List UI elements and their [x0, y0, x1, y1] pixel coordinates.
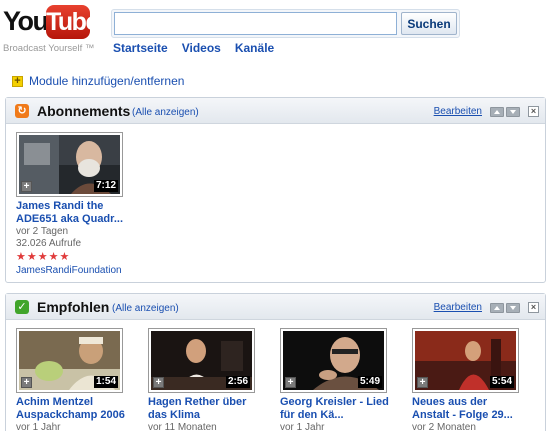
video-age: vor 11 Monaten [148, 422, 217, 431]
search-button[interactable]: Suchen [401, 12, 457, 35]
video-title-line2: das Klima [148, 409, 200, 421]
video-tile[interactable]: + 1:54 Achim Mentzel Auspackchamp 2006 v… [16, 328, 136, 431]
video-tile[interactable]: + 2:56 Hagen Rether über das Klima vor 1… [148, 328, 268, 431]
video-title-line2: Anstalt - Folge 29... [412, 409, 513, 421]
video-title-line1: Neues aus der [412, 396, 488, 408]
video-title[interactable]: James Randi the ADE651 aka Quadr... [16, 200, 136, 226]
video-title[interactable]: Achim Mentzel Auspackchamp 2006 [16, 396, 136, 422]
nav-kanaele[interactable]: Kanäle [235, 41, 274, 55]
move-up-icon[interactable] [490, 303, 504, 313]
video-title-line1: James Randi the [16, 200, 104, 212]
video-age: vor 1 Jahr [280, 422, 325, 431]
module-title: Empfohlen [37, 299, 110, 315]
star-icon: ★ [48, 251, 59, 263]
logo-you-text: You [3, 6, 49, 36]
quicklist-add-icon[interactable]: + [417, 377, 428, 388]
youtube-logo[interactable]: You Tube Broadcast Yourself ™ [3, 4, 103, 56]
module-header: ✓ Empfohlen (Alle anzeigen) Bearbeiten × [6, 294, 545, 320]
module-title: Abonnements [37, 103, 131, 119]
quicklist-add-icon[interactable]: + [285, 377, 296, 388]
show-all-link[interactable]: (Alle anzeigen) [112, 303, 179, 314]
quicklist-add-icon[interactable]: + [21, 181, 32, 192]
video-title-line2: Auspackchamp 2006 [16, 409, 125, 421]
close-icon[interactable]: × [528, 302, 539, 313]
video-title-line1: Hagen Rether über [148, 396, 247, 408]
nav-startseite[interactable]: Startseite [113, 41, 168, 55]
video-tile[interactable]: + 5:49 Georg Kreisler - Lied für den Kä.… [280, 328, 400, 431]
video-duration: 5:49 [357, 376, 382, 388]
video-duration: 2:56 [225, 376, 250, 388]
video-tile[interactable]: + 7:12 James Randi the ADE651 aka Quadr.… [16, 132, 136, 278]
plus-icon: + [12, 75, 23, 87]
search-input[interactable] [114, 12, 397, 35]
video-thumbnail[interactable]: + 5:54 [412, 328, 519, 393]
move-up-icon[interactable] [490, 107, 504, 117]
video-views: 32.026 Aufrufe [16, 238, 82, 249]
close-icon[interactable]: × [528, 106, 539, 117]
video-title[interactable]: Hagen Rether über das Klima [148, 396, 268, 422]
video-title-line1: Georg Kreisler - Lied [280, 396, 389, 408]
star-icon: ★ [16, 251, 26, 263]
video-title[interactable]: Georg Kreisler - Lied für den Kä... [280, 396, 400, 422]
edit-link[interactable]: Bearbeiten [434, 106, 482, 117]
star-icon: ★ [37, 251, 48, 263]
recommended-module: ✓ Empfohlen (Alle anzeigen) Bearbeiten ×… [5, 293, 546, 431]
move-down-icon[interactable] [506, 303, 520, 313]
video-title[interactable]: Neues aus der Anstalt - Folge 29... [412, 396, 532, 422]
recommended-icon: ✓ [15, 300, 29, 314]
logo-tube-text: Tube [46, 5, 99, 39]
logo-tagline: Broadcast Yourself ™ [3, 43, 95, 54]
video-title-line2: für den Kä... [280, 409, 344, 421]
rating-stars: ★ ★ ★ ★ ★ [16, 252, 136, 263]
module-header: ↻ Abonnements (Alle anzeigen) Bearbeiten… [6, 98, 545, 124]
video-thumbnail[interactable]: + 7:12 [16, 132, 123, 197]
video-title-line2: ADE651 aka Quadr... [16, 213, 123, 225]
quicklist-add-icon[interactable]: + [153, 377, 164, 388]
video-thumbnail[interactable]: + 5:49 [280, 328, 387, 393]
video-tile[interactable]: + 5:54 Neues aus der Anstalt - Folge 29.… [412, 328, 532, 431]
video-age: vor 1 Jahr [16, 422, 61, 431]
video-duration: 7:12 [93, 180, 118, 192]
video-title-line1: Achim Mentzel [16, 396, 94, 408]
nav-videos[interactable]: Videos [182, 41, 221, 55]
quicklist-add-icon[interactable]: + [21, 377, 32, 388]
module-toggle[interactable]: + Module hinzufügen/entfernen [12, 74, 184, 88]
edit-link[interactable]: Bearbeiten [434, 302, 482, 313]
subscriptions-icon: ↻ [15, 104, 29, 118]
video-duration: 5:54 [489, 376, 514, 388]
video-thumbnail[interactable]: + 1:54 [16, 328, 123, 393]
move-down-icon[interactable] [506, 107, 520, 117]
main-nav: Startseite Videos Kanäle [113, 41, 274, 55]
show-all-link[interactable]: (Alle anzeigen) [132, 107, 199, 118]
subscriptions-module: ↻ Abonnements (Alle anzeigen) Bearbeiten… [5, 97, 546, 283]
video-duration: 1:54 [93, 376, 118, 388]
video-user-link[interactable]: JamesRandiFoundation [16, 264, 136, 278]
video-age: vor 2 Tagen [16, 226, 69, 237]
star-icon: ★ [26, 251, 37, 263]
module-toggle-label[interactable]: Module hinzufügen/entfernen [29, 74, 184, 88]
star-icon: ★ [59, 251, 70, 263]
video-age: vor 2 Monaten [412, 422, 476, 431]
video-thumbnail[interactable]: + 2:56 [148, 328, 255, 393]
